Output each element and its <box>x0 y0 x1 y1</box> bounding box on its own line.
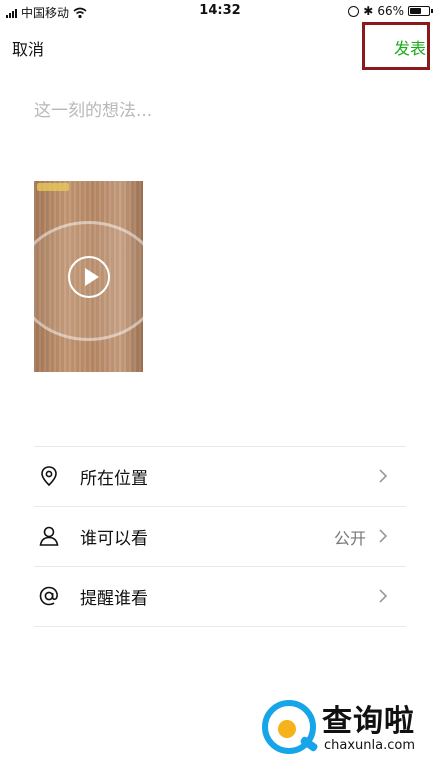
mention-label: 提醒谁看 <box>80 589 148 609</box>
watermark-title: 查询啦 <box>322 704 415 739</box>
location-pin-icon <box>41 466 57 487</box>
chevron-right-icon <box>379 469 388 483</box>
cancel-button[interactable]: 取消 <box>12 36 44 60</box>
thumbnail-tag <box>37 183 69 191</box>
bluetooth-icon: ✱ <box>363 4 374 18</box>
visibility-label: 谁可以看 <box>80 529 148 549</box>
battery-percent: 66% <box>377 4 404 18</box>
status-bar: 中国移动 14:32 ✱ 66% <box>0 0 440 24</box>
rotation-lock-icon <box>348 5 360 17</box>
visibility-value: 公开 <box>333 528 366 548</box>
post-options-list: 所在位置 谁可以看 公开 提醒谁看 <box>34 446 406 627</box>
at-sign-icon <box>39 586 58 606</box>
play-icon[interactable] <box>68 256 110 298</box>
chevron-right-icon <box>379 589 388 603</box>
person-icon <box>39 526 59 546</box>
watermark-url: chaxunla.com <box>324 738 415 753</box>
video-thumbnail[interactable] <box>34 181 143 372</box>
location-label: 所在位置 <box>80 469 148 489</box>
mention-row[interactable]: 提醒谁看 <box>34 566 406 627</box>
visibility-row[interactable]: 谁可以看 公开 <box>34 506 406 566</box>
post-text-input[interactable]: 这一刻的想法... <box>34 96 152 121</box>
watermark: 查询啦 chaxunla.com <box>262 694 432 764</box>
chevron-right-icon <box>379 529 388 543</box>
status-right: ✱ 66% <box>348 4 433 18</box>
location-row[interactable]: 所在位置 <box>34 446 406 506</box>
publish-button[interactable]: 发表 <box>394 35 426 59</box>
battery-icon <box>408 6 433 16</box>
